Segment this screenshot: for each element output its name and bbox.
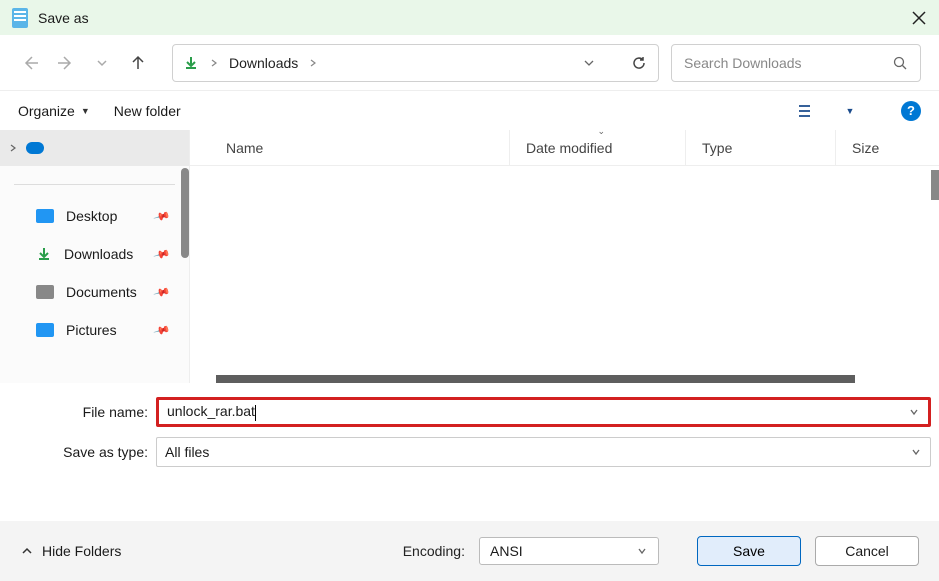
encoding-label: Encoding: (403, 543, 465, 559)
sidebar-item-label: Documents (66, 284, 137, 300)
sidebar: Desktop 📌 Downloads 📌 Documents 📌 Pictur… (0, 130, 190, 383)
sort-indicator-icon: ⌄ (598, 126, 606, 137)
recent-dropdown[interactable] (90, 51, 114, 75)
organize-menu[interactable]: Organize ▼ (18, 103, 90, 119)
footer: Hide Folders Encoding: ANSI Save Cancel (0, 521, 939, 581)
chevron-right-icon (308, 58, 318, 68)
back-button[interactable] (18, 51, 42, 75)
filename-row: File name: unlock_rar.bat (8, 397, 931, 427)
chevron-down-icon: ▼ (81, 106, 90, 116)
cancel-button[interactable]: Cancel (815, 536, 919, 566)
close-button[interactable] (911, 10, 927, 26)
breadcrumb-location[interactable]: Downloads (229, 55, 298, 71)
file-list: Name ⌄ Date modified Type Size (190, 130, 939, 383)
column-size[interactable]: Size (836, 130, 939, 165)
sidebar-item-downloads[interactable]: Downloads 📌 (0, 235, 189, 273)
form-area: File name: unlock_rar.bat Save as type: … (0, 383, 939, 467)
up-button[interactable] (126, 51, 150, 75)
text-caret (255, 405, 256, 421)
filename-label: File name: (8, 404, 156, 420)
hide-folders-button[interactable]: Hide Folders (20, 543, 121, 559)
sidebar-item-onedrive[interactable] (0, 130, 189, 166)
vertical-scrollbar[interactable] (931, 170, 939, 200)
pin-icon: 📌 (153, 245, 171, 263)
cloud-icon (26, 142, 44, 154)
window-title: Save as (38, 10, 911, 26)
toolbar: Organize ▼ New folder ▼ ? (0, 90, 939, 130)
notepad-icon (12, 8, 28, 28)
sidebar-scrollbar[interactable] (181, 168, 189, 258)
address-dropdown[interactable] (582, 56, 596, 70)
forward-button[interactable] (54, 51, 78, 75)
hide-folders-label: Hide Folders (42, 543, 121, 559)
chevron-down-icon (636, 545, 648, 557)
refresh-button[interactable] (630, 54, 648, 72)
pin-icon: 📌 (153, 321, 171, 339)
chevron-up-icon (20, 544, 34, 558)
divider (14, 184, 175, 185)
downloads-icon (183, 55, 199, 71)
downloads-icon (36, 246, 52, 262)
organize-label: Organize (18, 103, 75, 119)
chevron-right-icon (209, 58, 219, 68)
savetype-label: Save as type: (8, 444, 156, 460)
column-date[interactable]: ⌄ Date modified (510, 130, 686, 165)
save-button[interactable]: Save (697, 536, 801, 566)
column-headers: Name ⌄ Date modified Type Size (190, 130, 939, 166)
titlebar: Save as (0, 0, 939, 35)
chevron-right-icon (8, 143, 18, 153)
sidebar-item-desktop[interactable]: Desktop 📌 (0, 197, 189, 235)
encoding-select[interactable]: ANSI (479, 537, 659, 565)
filename-input[interactable]: unlock_rar.bat (156, 397, 931, 427)
sidebar-item-label: Downloads (64, 246, 133, 262)
savetype-select[interactable]: All files (156, 437, 931, 467)
view-options-button[interactable] (793, 98, 819, 124)
sidebar-item-label: Desktop (66, 208, 117, 224)
chevron-down-icon[interactable] (908, 406, 920, 418)
documents-icon (36, 285, 54, 299)
main-area: Desktop 📌 Downloads 📌 Documents 📌 Pictur… (0, 130, 939, 383)
horizontal-scrollbar[interactable] (216, 375, 855, 383)
pin-icon: 📌 (153, 283, 171, 301)
column-name[interactable]: Name (190, 130, 510, 165)
search-placeholder: Search Downloads (684, 55, 892, 71)
address-bar[interactable]: Downloads (172, 44, 659, 82)
pin-icon: 📌 (153, 207, 171, 225)
sidebar-item-pictures[interactable]: Pictures 📌 (0, 311, 189, 349)
help-button[interactable]: ? (901, 101, 921, 121)
pictures-icon (36, 323, 54, 337)
desktop-icon (36, 209, 54, 223)
chevron-down-icon[interactable] (910, 446, 922, 458)
new-folder-button[interactable]: New folder (114, 103, 181, 119)
sidebar-item-documents[interactable]: Documents 📌 (0, 273, 189, 311)
search-input[interactable]: Search Downloads (671, 44, 921, 82)
sidebar-item-label: Pictures (66, 322, 117, 338)
savetype-row: Save as type: All files (8, 437, 931, 467)
column-type[interactable]: Type (686, 130, 836, 165)
search-icon (892, 55, 908, 71)
navbar: Downloads Search Downloads (0, 35, 939, 90)
view-dropdown[interactable]: ▼ (843, 98, 857, 124)
